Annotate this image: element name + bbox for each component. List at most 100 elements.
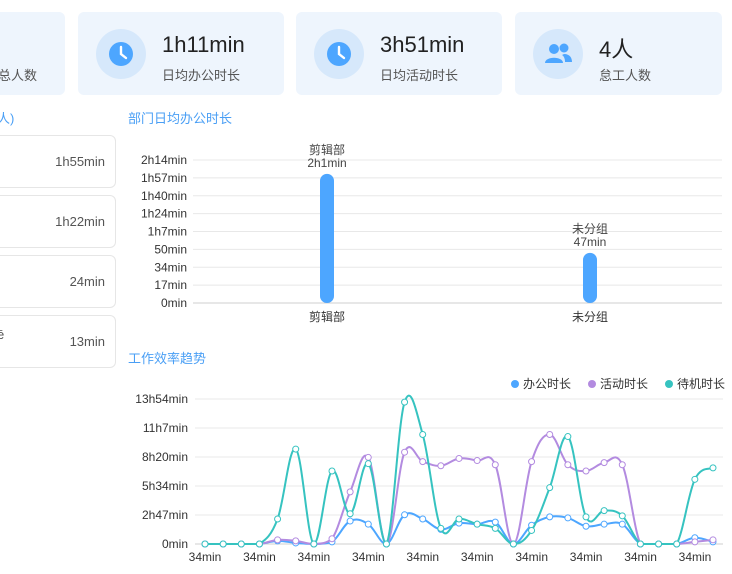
people-icon bbox=[533, 29, 583, 79]
x-tick-label: 34min bbox=[406, 550, 439, 564]
data-point bbox=[255, 540, 263, 548]
stat-card-total-people: 总人数 bbox=[0, 12, 65, 95]
data-point bbox=[600, 520, 608, 528]
data-point bbox=[491, 518, 499, 526]
data-point bbox=[219, 540, 227, 548]
bar-name-label: 未分组 bbox=[572, 222, 608, 236]
legend-label: 待机时长 bbox=[677, 377, 725, 391]
y-tick-label: 1h24min bbox=[141, 207, 187, 221]
stat-label: 日均活动时长 bbox=[380, 68, 459, 83]
data-point bbox=[346, 510, 354, 518]
stat-value: 3h51min bbox=[380, 32, 465, 57]
data-point bbox=[473, 457, 481, 465]
data-point bbox=[310, 540, 318, 548]
y-tick-label: 1h57min bbox=[141, 171, 187, 185]
bar-value-label: 47min bbox=[574, 235, 607, 249]
data-point bbox=[491, 461, 499, 469]
data-point bbox=[564, 514, 572, 522]
data-point bbox=[237, 540, 245, 548]
data-point bbox=[364, 460, 372, 468]
x-tick-label: 34min bbox=[515, 550, 548, 564]
stat-label: 怠工人数 bbox=[599, 68, 652, 83]
data-point bbox=[455, 515, 463, 523]
y-tick-label: 13h54min bbox=[135, 392, 188, 406]
data-point bbox=[419, 515, 427, 523]
data-point bbox=[419, 458, 427, 466]
data-point bbox=[328, 535, 336, 543]
ranking-value: 13min bbox=[69, 334, 105, 349]
y-tick-label: 5h34min bbox=[142, 479, 188, 493]
dept-chart-title: 部门日均办公时长 bbox=[128, 111, 233, 126]
data-point bbox=[274, 536, 282, 544]
clock-icon bbox=[314, 29, 364, 79]
data-point bbox=[691, 538, 699, 546]
ranking-title: 人) bbox=[0, 111, 15, 126]
data-point bbox=[600, 507, 608, 515]
data-point bbox=[201, 540, 209, 548]
clock-icon bbox=[96, 29, 146, 79]
data-point bbox=[473, 520, 481, 528]
x-tick-label: 34min bbox=[679, 550, 712, 564]
y-tick-label: 1h40min bbox=[141, 189, 187, 203]
data-point bbox=[382, 540, 390, 548]
y-tick-label: 0min bbox=[162, 537, 188, 551]
data-point bbox=[582, 513, 590, 521]
y-tick-label: 1h7min bbox=[148, 225, 187, 239]
x-tick-label: 剪辑部 bbox=[309, 309, 345, 324]
data-point bbox=[328, 467, 336, 475]
stat-card-daily-office-time: 1h11min 日均办公时长 bbox=[78, 12, 284, 95]
data-point bbox=[455, 454, 463, 462]
x-tick-label: 34min bbox=[189, 550, 222, 564]
data-point bbox=[709, 464, 717, 472]
x-tick-label: 34min bbox=[298, 550, 331, 564]
series-line bbox=[205, 433, 714, 546]
x-tick-label: 34min bbox=[570, 550, 603, 564]
x-tick-label: 未分组 bbox=[572, 310, 608, 324]
trend-line-chart: 0min 2h47min 5h34min 8h20min 11h7min 13h54min… bbox=[135, 376, 725, 564]
y-tick-label: 2h14min bbox=[141, 153, 187, 167]
data-point bbox=[618, 461, 626, 469]
data-point bbox=[600, 459, 608, 467]
y-tick-label: 17min bbox=[154, 278, 187, 292]
data-point bbox=[546, 513, 554, 521]
data-point bbox=[691, 475, 699, 483]
stat-value: 1h11min bbox=[162, 32, 245, 57]
data-point bbox=[437, 462, 445, 470]
data-point bbox=[401, 511, 409, 519]
data-point bbox=[582, 467, 590, 475]
stat-value: 4人 bbox=[599, 37, 634, 62]
data-point bbox=[582, 522, 590, 530]
data-point bbox=[292, 445, 300, 453]
y-tick-label: 11h7min bbox=[143, 421, 188, 435]
legend-marker bbox=[588, 380, 596, 388]
dept-bar-chart: 0min 17min 34min 50min 1h7min 1h24min 1h40min 1… bbox=[141, 142, 722, 324]
data-point bbox=[564, 433, 572, 441]
trend-chart-title: 工作效率趋势 bbox=[128, 351, 207, 366]
data-point bbox=[564, 461, 572, 469]
y-tick-label: 8h20min bbox=[142, 450, 188, 464]
stat-label: 日均办公时长 bbox=[162, 68, 241, 83]
data-point bbox=[346, 517, 354, 525]
data-point bbox=[618, 512, 626, 520]
data-point bbox=[528, 526, 536, 534]
legend-label: 活动时长 bbox=[600, 377, 648, 391]
data-point bbox=[709, 536, 717, 544]
bar-name-label: 剪辑部 bbox=[309, 142, 345, 157]
bar bbox=[583, 252, 597, 303]
legend-marker bbox=[665, 380, 673, 388]
stat-label: 总人数 bbox=[0, 68, 38, 83]
data-point bbox=[618, 520, 626, 528]
data-point bbox=[346, 488, 354, 496]
data-point bbox=[274, 515, 282, 523]
y-tick-label: 34min bbox=[154, 260, 187, 274]
x-tick-label: 34min bbox=[243, 550, 276, 564]
legend-marker bbox=[511, 380, 519, 388]
data-point bbox=[546, 430, 554, 438]
data-point bbox=[364, 453, 372, 461]
data-point bbox=[437, 524, 445, 532]
data-point bbox=[636, 540, 644, 548]
y-tick-label: 2h47min bbox=[142, 508, 188, 522]
y-tick-label: 0min bbox=[161, 296, 187, 310]
data-point bbox=[401, 448, 409, 456]
stat-card-slacking-people: 4人 怠工人数 bbox=[515, 12, 722, 95]
